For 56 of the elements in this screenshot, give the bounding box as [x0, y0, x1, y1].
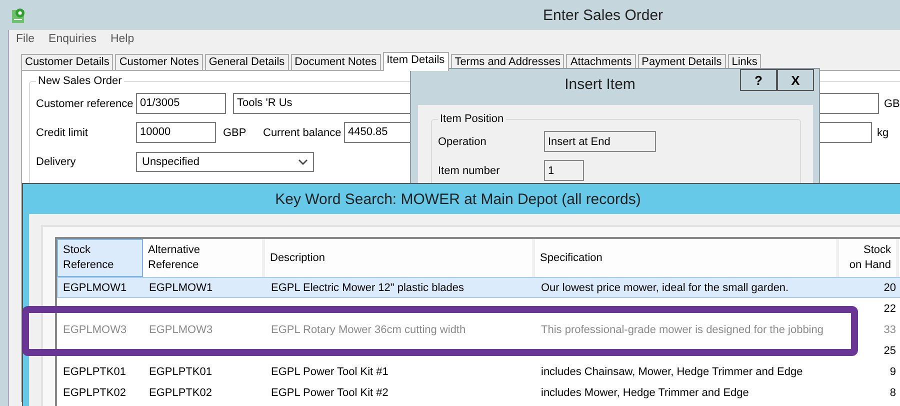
readonly-field: Insert at End	[544, 131, 656, 152]
field-label: Delivery	[36, 156, 77, 168]
description-cell-text: EGPL Rotary Mower 36cm cutting width	[270, 324, 467, 336]
field-label: Item number	[438, 164, 501, 176]
field-label: Operation	[438, 136, 488, 148]
tab[interactable]: Customer Details	[21, 54, 114, 70]
menu-item[interactable]: Help	[110, 33, 134, 49]
unit-label: kg	[877, 126, 889, 138]
alternative-reference-cell-text: EGPLMOW1	[148, 282, 214, 294]
input-field[interactable]: 01/3005	[136, 93, 226, 114]
help-button[interactable]: ?	[740, 69, 777, 91]
input-field[interactable]: 10000	[136, 122, 216, 143]
description-cell-text: EGPL Power Tool Kit #2	[270, 386, 390, 398]
currency-label: GBP	[222, 126, 248, 138]
window-title: Key Word Search: MOWER at Main Depot (all records)	[275, 190, 641, 208]
table-row[interactable]: EGPLPTK01 EGPLPTK01 EGPL Power Tool Kit #1 includes Chainsaw, Mower, Hedge Trimmer and Edge 9	[57, 361, 900, 382]
table-row[interactable]: EGPLMOW1 EGPLMOW1 EGPL Electric Mower 12" plastic blades Our lowest price mower, ideal for the small garden. 20	[57, 277, 900, 298]
dialog-title: Insert Item	[564, 76, 636, 92]
readonly-field: 1	[544, 160, 584, 181]
specification-cell-text: This professional-grade mower is designed for the jobbing	[540, 324, 824, 336]
tab[interactable]: Document Notes	[290, 54, 381, 70]
stock-reference-cell-text: EGPLPTK02	[62, 386, 127, 398]
tab[interactable]: Item Details	[382, 52, 449, 71]
stock-count-cell-text: 8	[888, 386, 897, 398]
table-row[interactable]: EGPLPTK02 EGPLPTK02 EGPL Power Tool Kit #2 includes Mower, Hedge Trimmer and Edge 8	[57, 382, 900, 403]
stock-count-cell-text: 20	[882, 282, 897, 294]
stock-count-cell-text: 25	[882, 344, 897, 356]
close-button[interactable]: X	[777, 69, 814, 91]
alternative-reference-cell-text: EGPLPTK02	[148, 386, 213, 398]
stock-reference-cell-text: EGPLMOW3	[62, 324, 128, 336]
tab[interactable]: Customer Notes	[115, 54, 203, 70]
group-title: Item Position	[439, 113, 505, 125]
group-title: New Sales Order	[37, 75, 123, 87]
menu-item[interactable]: File	[16, 33, 35, 49]
alternative-reference-cell-text: EGPLMOW3	[148, 324, 214, 336]
delivery-dropdown[interactable]: Unspecified	[136, 152, 314, 172]
description-cell-text: EGPL Power Tool Kit #1	[270, 366, 390, 378]
stock-count-cell-text: 9	[888, 366, 897, 378]
field-label: Credit limit	[36, 126, 89, 138]
specification-cell-text: includes Chainsaw, Mower, Hedge Trimmer and Edge	[540, 366, 804, 378]
unit-label: GB	[884, 98, 900, 110]
column-header[interactable]: Stock Reference	[57, 239, 143, 277]
specification-cell-text: Our lowest price mower, ideal for the small garden.	[540, 282, 790, 294]
alternative-reference-cell-text: EGPLPTK01	[148, 366, 213, 378]
stock-count-cell-text: 22	[882, 302, 897, 314]
stock-count-cell-text: 33	[882, 324, 897, 336]
tab[interactable]: General Details	[204, 54, 289, 70]
description-cell-text: EGPL Electric Mower 12" plastic blades	[270, 282, 466, 294]
menu-item[interactable]: Enquiries	[48, 33, 96, 49]
specification-cell-text: includes Mower, Hedge Trimmer and Edge	[540, 386, 750, 398]
stock-reference-cell-text: EGPLMOW1	[62, 282, 128, 294]
field-label: Customer reference	[36, 98, 134, 110]
chevron-icon	[298, 158, 308, 164]
stock-reference-cell-text: EGPLPTK01	[62, 366, 127, 378]
field-label: Current balance	[263, 126, 342, 138]
window-title: Enter Sales Order	[543, 6, 664, 24]
